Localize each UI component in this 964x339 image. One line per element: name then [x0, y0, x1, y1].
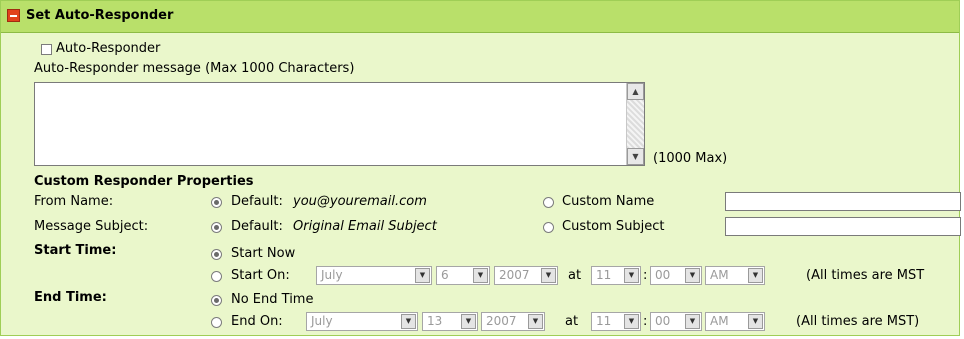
subject-default-value: Original Email Subject — [293, 219, 437, 234]
chevron-down-icon[interactable]: ▼ — [748, 314, 763, 329]
auto-responder-message-textarea[interactable]: ▲ ▼ — [34, 82, 645, 166]
chevron-down-icon[interactable]: ▼ — [685, 314, 700, 329]
start-minute-value: 00 — [655, 268, 671, 282]
panel-title: Set Auto-Responder — [26, 8, 174, 23]
chevron-down-icon[interactable]: ▼ — [401, 314, 416, 329]
start-month-select[interactable]: July ▼ — [316, 266, 432, 285]
scroll-down-arrow-icon[interactable]: ▼ — [627, 148, 644, 165]
message-subject-label: Message Subject: — [34, 219, 149, 234]
chevron-down-icon[interactable]: ▼ — [415, 268, 430, 283]
start-time-label: Start Time: — [34, 243, 117, 258]
properties-heading: Custom Responder Properties — [34, 174, 254, 189]
no-end-time-radio[interactable] — [211, 295, 222, 306]
chevron-down-icon[interactable]: ▼ — [685, 268, 700, 283]
auto-responder-panel: Set Auto-Responder Auto-Responder Auto-R… — [0, 0, 961, 336]
subject-custom-label: Custom Subject — [562, 219, 665, 234]
end-on-label: End On: — [231, 314, 283, 329]
end-minute-select[interactable]: 00 ▼ — [650, 312, 702, 331]
from-name-default-prefix: Default: — [231, 194, 283, 209]
end-ampm-value: AM — [710, 314, 729, 328]
message-label: Auto-Responder message (Max 1000 Charact… — [34, 61, 355, 76]
start-year-select[interactable]: 2007 ▼ — [494, 266, 558, 285]
from-name-default-value: you@youremail.com — [293, 194, 427, 209]
end-day-value: 13 — [427, 314, 443, 328]
start-day-value: 6 — [441, 268, 449, 282]
max-characters-note: (1000 Max) — [653, 151, 728, 166]
panel-header: Set Auto-Responder — [1, 1, 959, 33]
chevron-down-icon[interactable]: ▼ — [541, 268, 556, 283]
start-hour-select[interactable]: 11 ▼ — [591, 266, 641, 285]
start-on-radio[interactable] — [211, 271, 222, 282]
auto-responder-checkbox-label: Auto-Responder — [56, 41, 161, 56]
end-on-radio[interactable] — [211, 317, 222, 328]
from-name-custom-radio[interactable] — [543, 197, 554, 208]
start-now-radio[interactable] — [211, 249, 222, 260]
custom-subject-input[interactable] — [725, 217, 961, 236]
subject-default-prefix: Default: — [231, 219, 283, 234]
auto-responder-checkbox[interactable] — [41, 44, 52, 55]
end-timezone-note: (All times are MST) — [796, 314, 920, 329]
collapse-minus-icon[interactable] — [7, 9, 20, 22]
end-hour-select[interactable]: 11 ▼ — [591, 312, 641, 331]
textarea-scrollbar[interactable]: ▲ ▼ — [626, 83, 644, 165]
from-name-custom-label: Custom Name — [562, 194, 655, 209]
start-hour-value: 11 — [596, 268, 612, 282]
end-ampm-select[interactable]: AM ▼ — [705, 312, 765, 331]
end-year-value: 2007 — [486, 314, 517, 328]
start-timezone-note: (All times are MST — [806, 268, 925, 283]
end-time-label: End Time: — [34, 290, 107, 305]
start-month-value: July — [321, 268, 343, 282]
chevron-down-icon[interactable]: ▼ — [624, 314, 639, 329]
subject-default-radio[interactable] — [211, 222, 222, 233]
from-name-label: From Name: — [34, 194, 114, 209]
start-minute-select[interactable]: 00 ▼ — [650, 266, 702, 285]
chevron-down-icon[interactable]: ▼ — [461, 314, 476, 329]
start-year-value: 2007 — [499, 268, 530, 282]
scroll-up-arrow-icon[interactable]: ▲ — [627, 83, 644, 100]
end-minute-value: 00 — [655, 314, 671, 328]
start-now-label: Start Now — [231, 246, 296, 261]
start-at-label: at — [568, 268, 582, 283]
start-day-select[interactable]: 6 ▼ — [436, 266, 490, 285]
start-time-colon: : — [643, 268, 648, 283]
end-at-label: at — [565, 314, 579, 329]
chevron-down-icon[interactable]: ▼ — [473, 268, 488, 283]
custom-name-input[interactable] — [725, 192, 961, 211]
chevron-down-icon[interactable]: ▼ — [528, 314, 543, 329]
from-name-default-radio[interactable] — [211, 197, 222, 208]
end-month-select[interactable]: July ▼ — [306, 312, 418, 331]
start-ampm-value: AM — [710, 268, 729, 282]
end-year-select[interactable]: 2007 ▼ — [481, 312, 545, 331]
subject-custom-radio[interactable] — [543, 222, 554, 233]
start-ampm-select[interactable]: AM ▼ — [705, 266, 765, 285]
end-time-colon: : — [643, 314, 648, 329]
chevron-down-icon[interactable]: ▼ — [624, 268, 639, 283]
chevron-down-icon[interactable]: ▼ — [748, 268, 763, 283]
start-on-label: Start On: — [231, 268, 290, 283]
end-hour-value: 11 — [596, 314, 612, 328]
end-day-select[interactable]: 13 ▼ — [422, 312, 478, 331]
end-month-value: July — [311, 314, 333, 328]
no-end-time-label: No End Time — [231, 292, 314, 307]
